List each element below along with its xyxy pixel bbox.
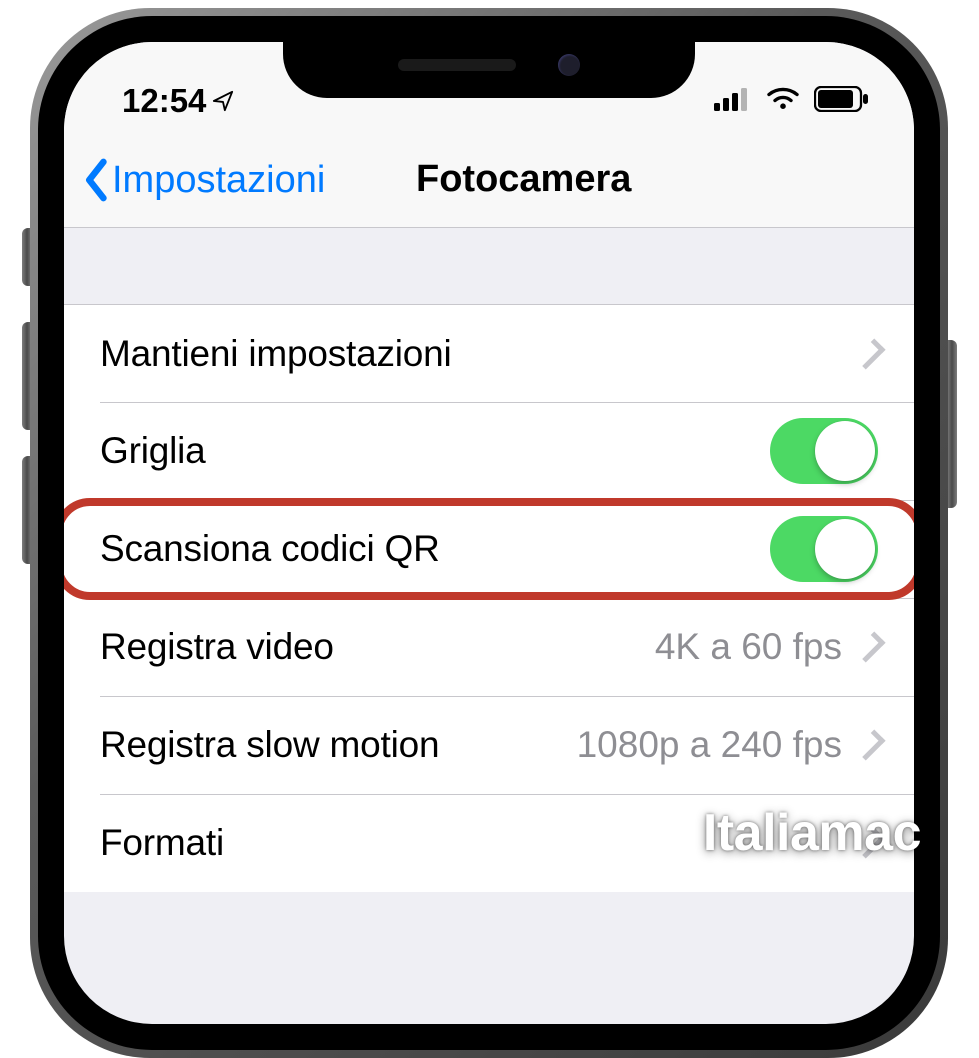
row-label: Scansiona codici QR bbox=[100, 528, 440, 570]
power-button bbox=[947, 340, 957, 508]
nav-bar: Impostazioni Fotocamera bbox=[64, 138, 914, 228]
status-time: 12:54 bbox=[122, 82, 234, 120]
row-keep-settings[interactable]: Mantieni impostazioni bbox=[64, 304, 914, 402]
chevron-right-icon bbox=[854, 729, 885, 760]
chevron-left-icon bbox=[82, 158, 112, 202]
page-title: Fotocamera bbox=[416, 158, 631, 201]
chevron-right-icon bbox=[854, 631, 885, 662]
row-label: Registra slow motion bbox=[100, 724, 439, 766]
notch bbox=[283, 32, 695, 98]
back-label: Impostazioni bbox=[112, 159, 325, 202]
row-label: Mantieni impostazioni bbox=[100, 333, 452, 375]
screen: 12:54 bbox=[64, 42, 914, 1024]
wifi-icon bbox=[766, 87, 800, 111]
time-label: 12:54 bbox=[122, 82, 206, 120]
section-spacer bbox=[64, 228, 914, 304]
row-value: 1080p a 240 fps bbox=[577, 724, 842, 766]
row-scan-qr: Scansiona codici QR bbox=[64, 500, 914, 598]
location-icon bbox=[212, 90, 234, 112]
row-record-slowmo[interactable]: Registra slow motion 1080p a 240 fps bbox=[64, 696, 914, 794]
row-grid: Griglia bbox=[64, 402, 914, 500]
back-button[interactable]: Impostazioni bbox=[82, 158, 325, 202]
phone-frame: 12:54 bbox=[30, 8, 948, 1058]
front-camera-icon bbox=[558, 54, 580, 76]
row-record-video[interactable]: Registra video 4K a 60 fps bbox=[64, 598, 914, 696]
battery-icon bbox=[814, 86, 870, 112]
watermark: Italiamac bbox=[703, 803, 921, 863]
chevron-right-icon bbox=[854, 338, 885, 369]
row-value: 4K a 60 fps bbox=[655, 626, 842, 668]
grid-toggle[interactable] bbox=[770, 418, 878, 484]
scan-qr-toggle[interactable] bbox=[770, 516, 878, 582]
row-label: Formati bbox=[100, 822, 224, 864]
cellular-icon bbox=[714, 87, 752, 111]
speaker-grille bbox=[398, 59, 516, 71]
row-label: Griglia bbox=[100, 430, 206, 472]
row-label: Registra video bbox=[100, 626, 334, 668]
